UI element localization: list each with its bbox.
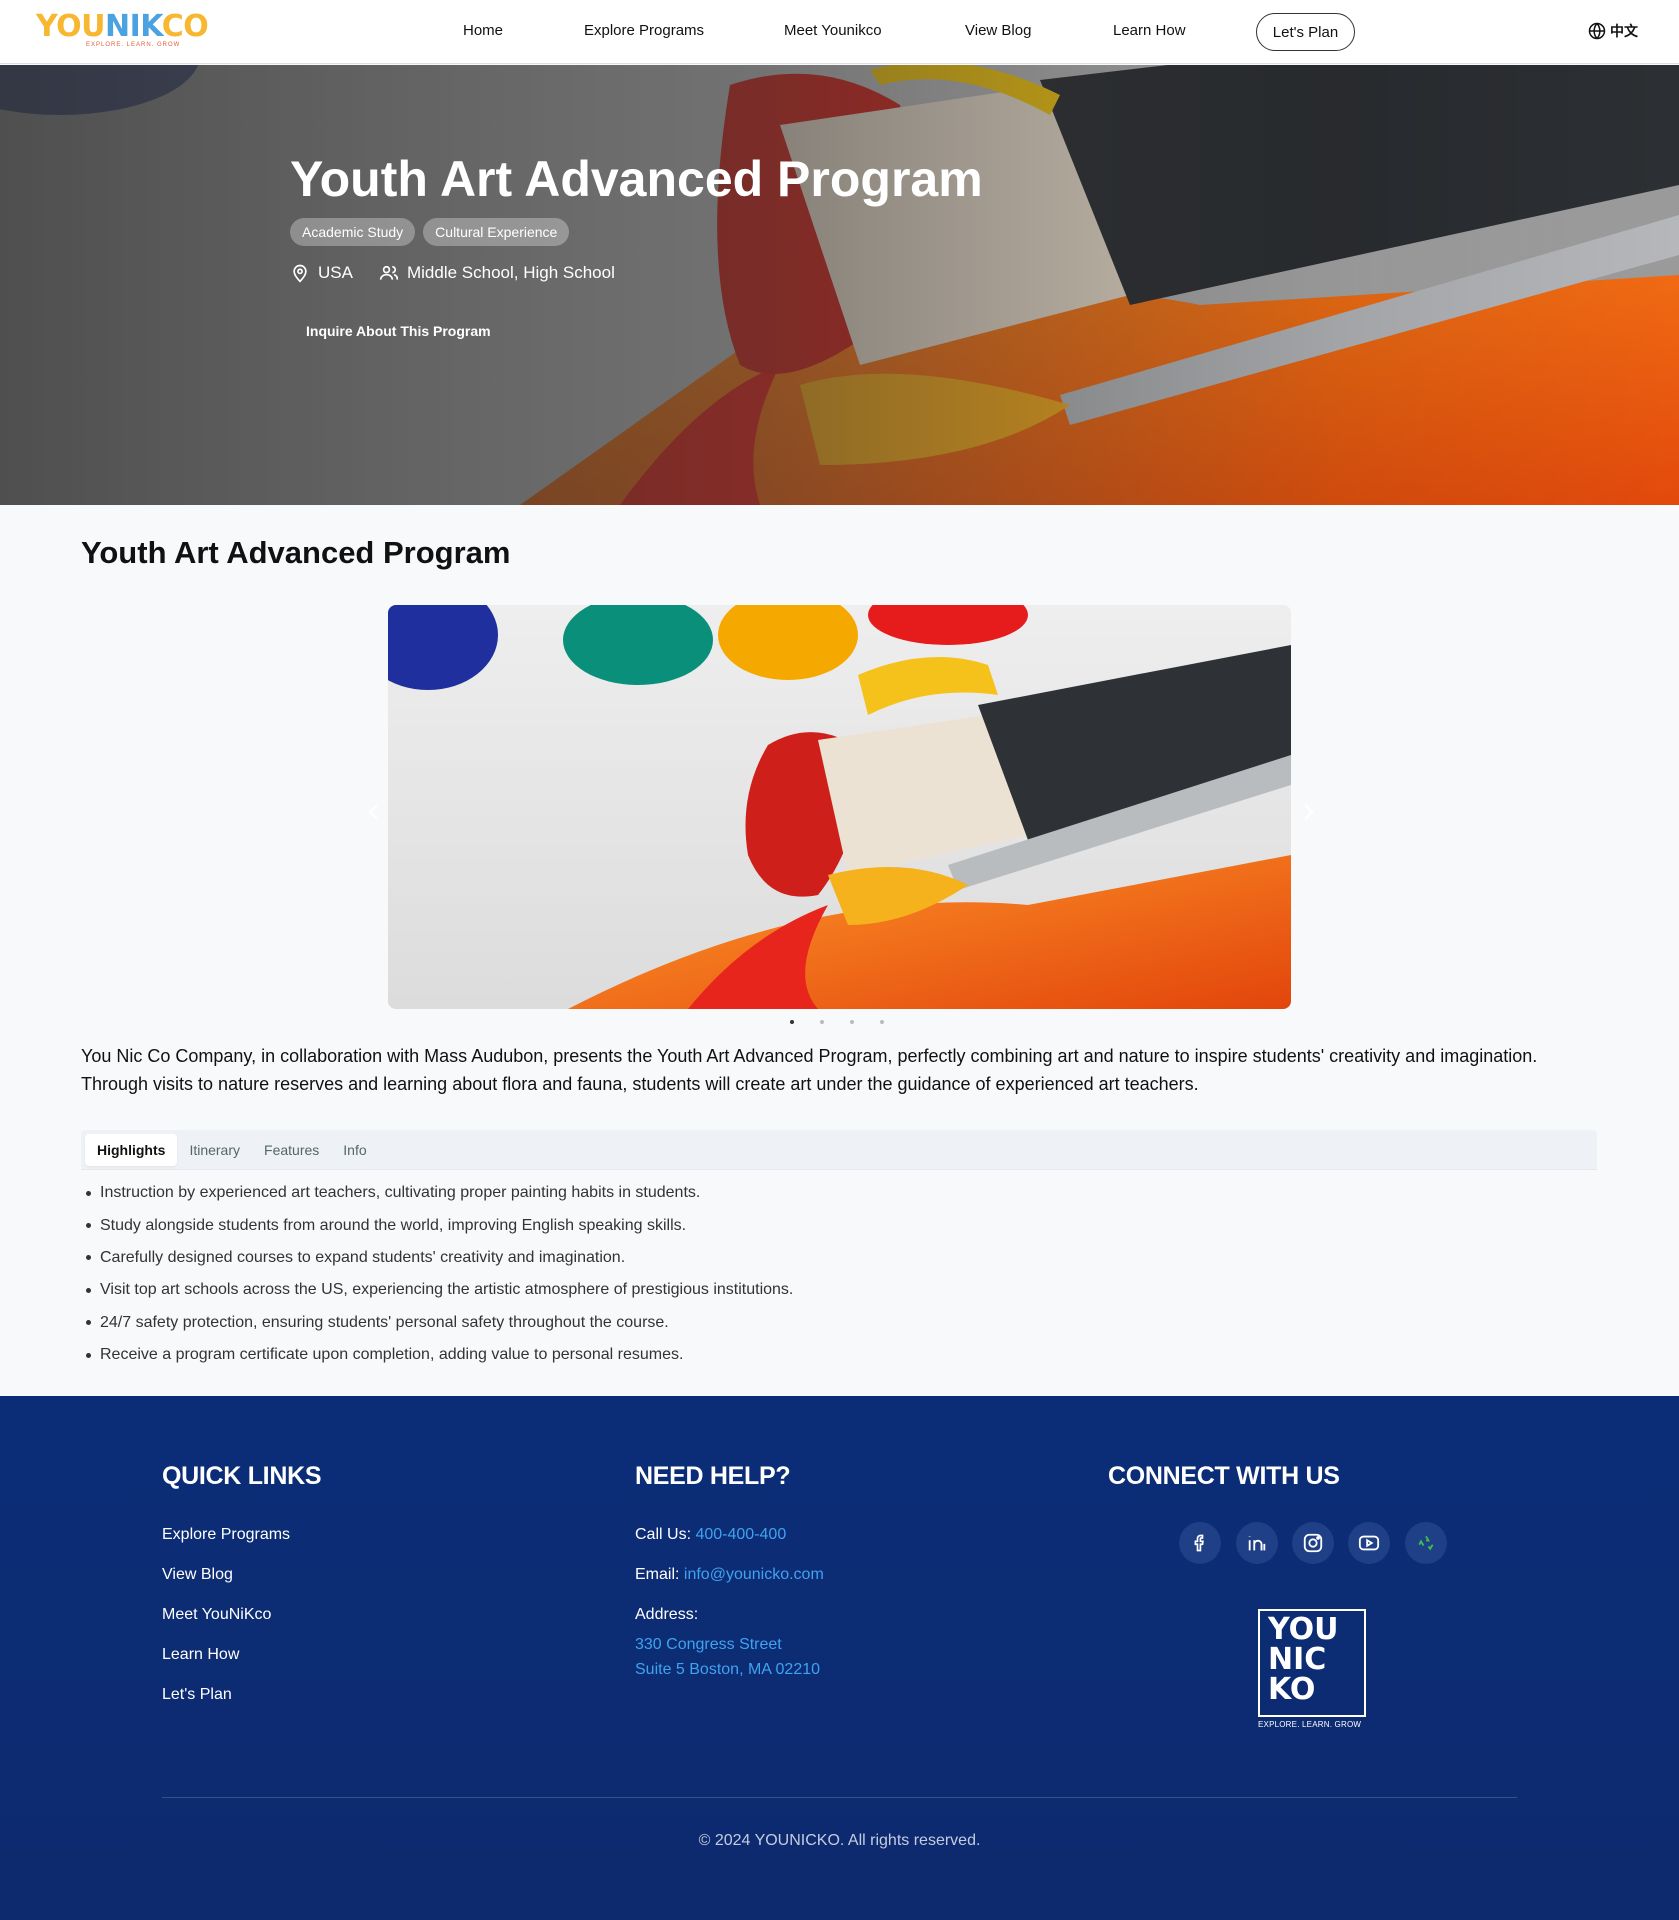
audience-text: Middle School, High School <box>406 263 615 282</box>
logo-wordmark: YOUNIKCO <box>36 10 226 44</box>
logo-part-1: YOU <box>36 9 106 44</box>
list-item: Carefully designed courses to expand stu… <box>86 1242 793 1274</box>
linkedin-icon <box>1248 1536 1266 1551</box>
tab-info[interactable]: Info <box>331 1134 378 1166</box>
list-item: Instruction by experienced art teachers,… <box>86 1177 793 1209</box>
youtube-button[interactable] <box>1348 1522 1390 1564</box>
list-item: Visit top art schools across the US, exp… <box>86 1274 793 1306</box>
lets-plan-button[interactable]: Let's Plan <box>1256 13 1355 51</box>
linkedin-button[interactable] <box>1236 1522 1278 1564</box>
chevron-right-icon[interactable] <box>1296 800 1320 824</box>
connect-heading: CONNECT WITH US <box>1108 1462 1340 1490</box>
footer-link-explore-programs[interactable]: Explore Programs <box>162 1526 290 1544</box>
instagram-icon <box>1303 1533 1323 1553</box>
address-label: Address: <box>635 1606 699 1623</box>
list-item: Study alongside students from around the… <box>86 1209 793 1241</box>
hero-meta: USA Middle School, High School <box>290 263 615 283</box>
footer-link-learn-how[interactable]: Learn How <box>162 1646 239 1664</box>
top-navbar: YOUNIKCO EXPLORE. LEARN. GROW Home Explo… <box>0 0 1679 64</box>
highlight-text: Carefully designed courses to expand stu… <box>100 1248 626 1266</box>
footer-logo-line-2: NIC <box>1268 1642 1327 1677</box>
hero-overlay <box>0 65 1679 505</box>
site-logo[interactable]: YOUNIKCO EXPLORE. LEARN. GROW <box>36 10 226 54</box>
tab-features[interactable]: Features <box>252 1134 331 1166</box>
list-item: 24/7 safety protection, ensuring student… <box>86 1307 793 1339</box>
tabs-divider <box>81 1169 1597 1170</box>
wechat-button[interactable] <box>1405 1522 1447 1564</box>
list-item: Receive a program certificate upon compl… <box>86 1339 793 1371</box>
footer-link-view-blog[interactable]: View Blog <box>162 1566 233 1584</box>
highlight-text: Visit top art schools across the US, exp… <box>100 1281 794 1299</box>
tab-itinerary[interactable]: Itinerary <box>177 1134 252 1166</box>
need-help-heading: NEED HELP? <box>635 1462 791 1490</box>
copyright-text: © 2024 YOUNICKO. All rights reserved. <box>698 1832 981 1849</box>
location-text: USA <box>318 263 353 282</box>
highlight-text: Receive a program certificate upon compl… <box>100 1346 684 1364</box>
carousel-slide-image <box>388 605 1291 1009</box>
email-label: Email: <box>635 1566 680 1583</box>
footer-logo-line-1: YOU <box>1268 1612 1339 1647</box>
address-line-2: Suite 5 Boston, MA 02210 <box>635 1661 821 1678</box>
address-line-1: 330 Congress Street <box>635 1636 782 1653</box>
facebook-button[interactable] <box>1179 1522 1221 1564</box>
language-switcher[interactable]: 中文 <box>1588 21 1638 41</box>
facebook-icon <box>1194 1534 1204 1552</box>
nav-link-home[interactable]: Home <box>463 22 503 39</box>
address-block[interactable]: 330 Congress Street Suite 5 Boston, MA 0… <box>635 1632 820 1682</box>
program-description: You Nic Co Company, in collaboration wit… <box>81 1046 1538 1094</box>
footer-logo-line-3: KO <box>1268 1672 1316 1707</box>
footer-email-row: Email: info@younicko.com <box>635 1566 824 1584</box>
language-label: 中文 <box>1610 23 1638 39</box>
chevron-left-icon[interactable] <box>362 800 386 824</box>
hero-banner: Youth Art Advanced Program Academic Stud… <box>0 65 1679 505</box>
nav-link-learn-how[interactable]: Learn How <box>1113 22 1186 39</box>
nav-link-explore-programs[interactable]: Explore Programs <box>584 22 704 39</box>
inquire-button[interactable]: Inquire About This Program <box>290 313 507 349</box>
hero-title: Youth Art Advanced Program <box>290 151 983 207</box>
footer-logo-tagline: EXPLORE. LEARN. GROW <box>1258 1720 1362 1729</box>
logo-part-3: CO <box>161 9 209 44</box>
footer-link-lets-plan[interactable]: Let's Plan <box>162 1686 232 1704</box>
call-label: Call Us: <box>635 1526 692 1543</box>
highlight-text: Instruction by experienced art teachers,… <box>100 1184 701 1202</box>
carousel-dot-1[interactable] <box>790 1020 794 1024</box>
program-title: Youth Art Advanced Program <box>81 535 511 570</box>
users-icon <box>379 265 399 280</box>
image-carousel[interactable] <box>388 605 1291 1009</box>
logo-part-2: NIK <box>105 9 162 44</box>
youtube-icon <box>1358 1535 1380 1551</box>
email-link[interactable]: info@younicko.com <box>684 1566 824 1583</box>
quick-links-heading: QUICK LINKS <box>162 1462 322 1490</box>
nav-link-meet-younikco[interactable]: Meet Younikco <box>784 22 882 39</box>
program-tabs: Highlights Itinerary Features Info <box>81 1130 1597 1170</box>
hero-tags: Academic Study Cultural Experience <box>290 218 570 246</box>
globe-icon <box>1588 22 1606 40</box>
instagram-button[interactable] <box>1292 1522 1334 1564</box>
nav-link-view-blog[interactable]: View Blog <box>965 22 1031 39</box>
carousel-dot-3[interactable] <box>850 1020 854 1024</box>
tag-academic-study: Academic Study <box>290 218 416 246</box>
footer-phone-row: Call Us: 400-400-400 <box>635 1526 786 1544</box>
carousel-dot-2[interactable] <box>820 1020 824 1024</box>
phone-link[interactable]: 400-400-400 <box>695 1526 786 1543</box>
highlights-list: Instruction by experienced art teachers,… <box>86 1177 793 1371</box>
carousel-dot-4[interactable] <box>880 1020 884 1024</box>
tag-cultural-experience: Cultural Experience <box>423 218 570 246</box>
highlight-text: Study alongside students from around the… <box>100 1216 687 1234</box>
footer-link-meet-younikco[interactable]: Meet YouNiKco <box>162 1606 271 1624</box>
carousel-dots <box>790 1020 884 1024</box>
tab-highlights[interactable]: Highlights <box>85 1134 178 1166</box>
footer-logo-box: YOU NIC KO <box>1258 1609 1366 1717</box>
site-footer: QUICK LINKS Explore Programs View Blog M… <box>0 1396 1679 1920</box>
highlight-text: 24/7 safety protection, ensuring student… <box>100 1313 669 1331</box>
footer-divider <box>162 1797 1517 1798</box>
footer-logo[interactable]: YOU NIC KO EXPLORE. LEARN. GROW <box>1258 1609 1368 1729</box>
wechat-icon <box>1418 1535 1434 1551</box>
map-pin-icon <box>293 264 307 283</box>
